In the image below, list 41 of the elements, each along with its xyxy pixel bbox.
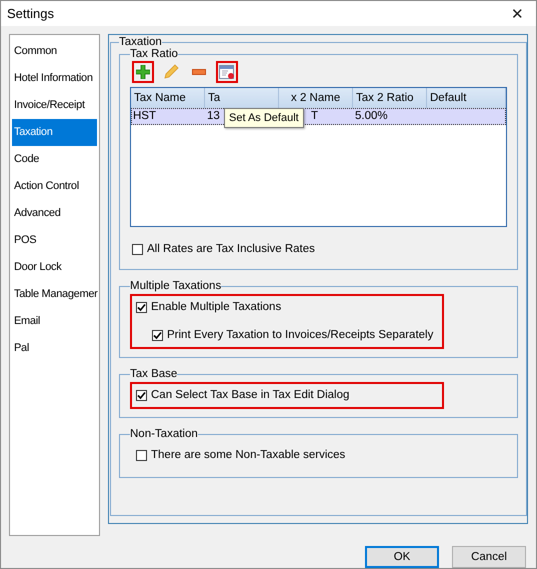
checkbox[interactable]: [136, 390, 147, 400]
checkbox[interactable]: [132, 244, 143, 254]
group-label: Non-Taxation: [130, 428, 198, 440]
checkbox[interactable]: [152, 330, 163, 340]
table-cell: 5.00%: [355, 110, 388, 122]
sidebar-item[interactable]: Hotel Information: [12, 65, 97, 92]
sidebar-item[interactable]: Action Control: [12, 173, 97, 200]
tooltip: Set As Default: [224, 108, 304, 128]
sidebar-item[interactable]: Door Lock: [12, 254, 97, 281]
group-label: Tax Base: [130, 368, 178, 380]
checkbox[interactable]: [136, 302, 147, 312]
group-label: Tax Ratio: [130, 48, 178, 60]
sidebar-item[interactable]: Code: [12, 146, 97, 173]
checkbox-label: Can Select Tax Base in Tax Edit Dialog: [151, 389, 350, 401]
window-title: Settings: [7, 6, 54, 21]
sidebar-item[interactable]: Pal: [12, 335, 97, 362]
table-cell: 13: [207, 110, 220, 122]
minus-icon: [192, 69, 206, 75]
checkbox-label: Print Every Taxation to Invoices/Receipts Separately: [167, 329, 434, 341]
toolbar-button[interactable]: [216, 61, 238, 83]
pencil-icon: [163, 64, 179, 80]
toolbar-button[interactable]: [132, 61, 154, 83]
table-cell: HST: [133, 110, 156, 122]
group-label: Multiple Taxations: [130, 280, 222, 292]
sidebar-item[interactable]: Table Managemer: [12, 281, 97, 308]
sidebar-item[interactable]: POS: [12, 227, 97, 254]
close-button[interactable]: ✕: [505, 4, 530, 22]
group-label: Taxation: [119, 36, 162, 48]
dialog-button[interactable]: Cancel: [452, 546, 526, 568]
checkbox-label: All Rates are Tax Inclusive Rates: [147, 243, 315, 255]
sidebar-item[interactable]: Invoice/Receipt: [12, 92, 97, 119]
sidebar-item[interactable]: Common: [12, 38, 97, 65]
checkbox-label: There are some Non-Taxable services: [151, 449, 346, 461]
table-cell: T: [311, 110, 318, 122]
sidebar-item[interactable]: Taxation: [12, 119, 97, 146]
sidebar-item[interactable]: Email: [12, 308, 97, 335]
sidebar-item[interactable]: Advanced: [12, 200, 97, 227]
checkbox[interactable]: [136, 450, 147, 460]
dialog-button[interactable]: OK: [365, 546, 439, 568]
checkbox-label: Enable Multiple Taxations: [151, 301, 282, 313]
plus-icon: [136, 65, 150, 79]
